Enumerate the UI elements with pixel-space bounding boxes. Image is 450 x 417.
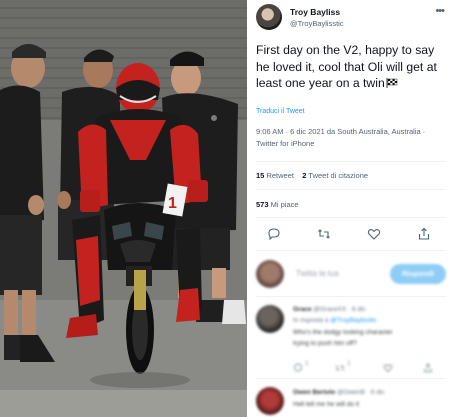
divider xyxy=(256,189,446,190)
tweet-actions xyxy=(267,227,437,241)
comment-header: Grace @GraceXX · 6 dic xyxy=(293,306,366,313)
paddock-photo-illustration: 1 xyxy=(0,0,247,417)
author-name[interactable]: Troy Bayliss xyxy=(290,7,340,17)
comment-text-line-2: trying to push him off? xyxy=(293,340,357,347)
reply-to-handle[interactable]: @TroyBaylisstic xyxy=(330,317,376,324)
commenter-name[interactable]: Owen Bertolo xyxy=(293,389,335,396)
divider xyxy=(256,217,446,218)
commenter-avatar[interactable] xyxy=(256,387,284,415)
divider xyxy=(256,250,446,251)
reply-to-prefix: In risposta a xyxy=(293,317,329,324)
author-handle[interactable]: @TroyBaylisstic xyxy=(290,19,344,28)
reply-icon[interactable] xyxy=(267,227,281,241)
like-heart-icon[interactable] xyxy=(367,227,381,241)
comment-reply-icon[interactable] xyxy=(293,360,303,372)
reply-input[interactable]: Twitta la tua xyxy=(296,269,339,278)
bike-number-plate: 1 xyxy=(168,195,177,212)
tweet-panel: Troy Bayliss @TroyBaylisstic ••• First d… xyxy=(247,0,450,417)
tweet-text-content: First day on the V2, happy to say he lov… xyxy=(256,43,437,90)
reply-button[interactable]: Rispondi xyxy=(390,264,446,284)
commenter-avatar[interactable] xyxy=(256,305,284,333)
comment-text-line-1: Who's the dodgy looking character xyxy=(293,329,393,336)
commenter-handle[interactable]: @GraceXX · 6 dic xyxy=(313,306,365,313)
comment-reply-count: 1 xyxy=(305,360,309,367)
comment-header: Owen Bertolo @OwenB · 6 dic xyxy=(293,389,385,396)
comment-actions: 1 1 xyxy=(293,360,443,373)
quotes-label[interactable]: Tweet di citazione xyxy=(308,171,368,180)
retweets-count[interactable]: 15 xyxy=(256,171,264,180)
tweet-text: First day on the V2, happy to say he lov… xyxy=(256,42,444,92)
tweet-photo[interactable]: 1 xyxy=(0,0,247,417)
tweet-likes: 573 Mi piace xyxy=(256,200,299,209)
likes-count[interactable]: 573 xyxy=(256,200,269,209)
comment-text-line-1: Hell tell me he will do it xyxy=(293,401,360,408)
likes-label[interactable]: Mi piace xyxy=(271,200,299,209)
comment-like-icon[interactable] xyxy=(383,360,393,373)
comment-share-icon[interactable] xyxy=(423,360,433,373)
checkered-flag-icon xyxy=(386,78,397,88)
translate-tweet-link[interactable]: Traduci il Tweet xyxy=(256,108,305,115)
retweets-label[interactable]: Retweet xyxy=(266,171,294,180)
divider xyxy=(256,161,446,162)
quotes-count[interactable]: 2 xyxy=(302,171,306,180)
retweet-icon[interactable] xyxy=(317,227,331,241)
more-options-icon[interactable]: ••• xyxy=(435,6,445,17)
comment-retweet-icon[interactable] xyxy=(335,360,345,371)
tweet-header: Troy Bayliss @TroyBaylisstic ••• xyxy=(256,4,446,34)
divider xyxy=(256,296,446,297)
commenter-handle[interactable]: @OwenB · 6 dic xyxy=(337,389,384,396)
share-icon[interactable] xyxy=(417,227,431,241)
author-avatar[interactable] xyxy=(256,4,282,30)
tweet-timestamp[interactable]: 9:06 AM · 6 dic 2021 da South Australia,… xyxy=(256,126,446,150)
comment-retweet-count: 1 xyxy=(347,360,351,367)
comment-reply-to: In risposta a @TroyBaylisstic xyxy=(293,317,377,324)
tweet-stats: 15 Retweet 2 Tweet di citazione xyxy=(256,171,368,180)
reply-composer: Twitta la tua Rispondi xyxy=(256,260,446,290)
viewer-avatar xyxy=(256,260,284,288)
commenter-name[interactable]: Grace xyxy=(293,306,311,313)
divider xyxy=(256,378,446,379)
